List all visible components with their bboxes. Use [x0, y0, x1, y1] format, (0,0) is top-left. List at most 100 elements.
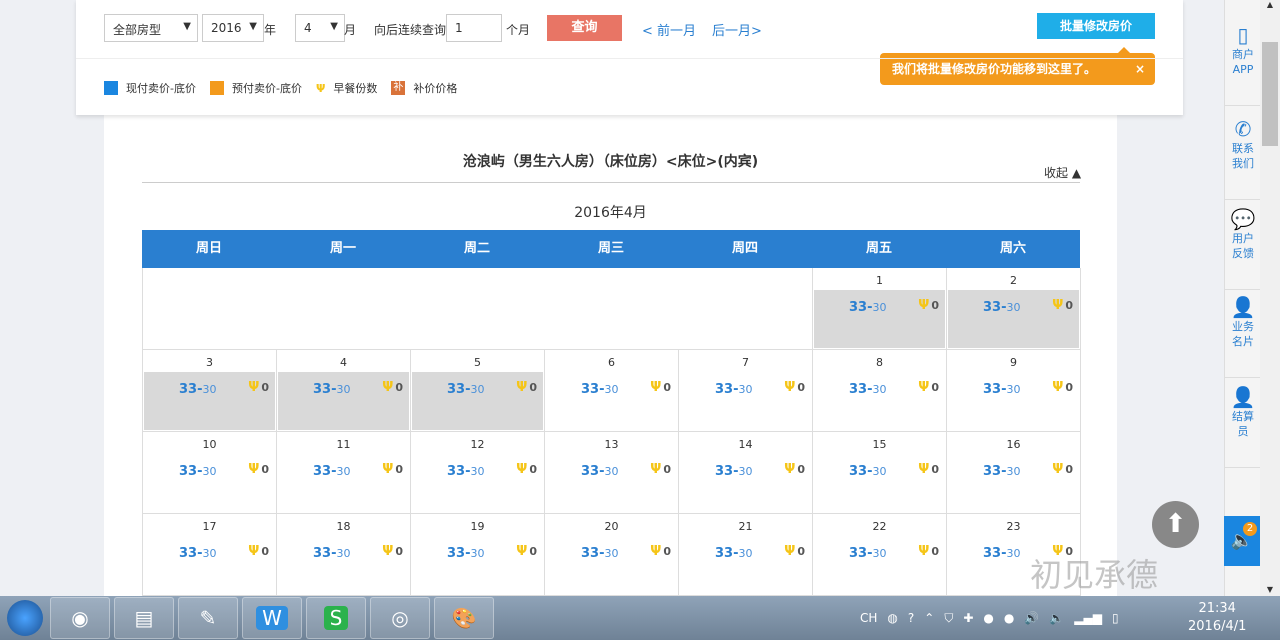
sidebar-item[interactable]: 👤 业务 名片	[1225, 297, 1261, 378]
wps-writer-taskbar-button[interactable]: W	[242, 597, 302, 639]
scrollbar[interactable]: ▲ ▼	[1260, 0, 1280, 596]
query-button[interactable]: 查询	[547, 15, 622, 41]
shield-icon[interactable]: ⛉	[944, 611, 953, 626]
calendar-day-cell[interactable]: 9 33-30 Ψ0	[947, 350, 1081, 432]
scroll-down-icon[interactable]: ▼	[1260, 585, 1280, 594]
notepad-taskbar-button[interactable]: ✎	[178, 597, 238, 639]
sidebar-label: 联系 我们	[1232, 142, 1254, 170]
clock[interactable]: 21:34 2016/4/1	[1188, 600, 1246, 636]
record-icon[interactable]: ●	[983, 611, 993, 625]
month-label: 月	[344, 23, 357, 37]
chrome-taskbar-button[interactable]: ◉	[50, 597, 110, 639]
breakfast: Ψ0	[918, 544, 939, 559]
sell-price: 33	[849, 546, 868, 561]
help-icon[interactable]: ?	[908, 611, 914, 625]
record-icon[interactable]: ●	[1004, 611, 1014, 625]
calendar-day-cell[interactable]: 8 33-30 Ψ0	[813, 350, 947, 432]
batch-edit-price-button[interactable]: 批量修改房价	[1037, 13, 1155, 39]
price: 33-30	[849, 300, 887, 315]
calendar-day-cell[interactable]: 3 33-30 Ψ0	[143, 350, 277, 432]
sell-price: 33	[715, 464, 734, 479]
calendar-day-cell[interactable]: 5 33-30 Ψ0	[411, 350, 545, 432]
calendar-day-cell[interactable]: 13 33-30 Ψ0	[545, 432, 679, 514]
next-month-link[interactable]: 后一月>	[712, 20, 762, 39]
breakfast: Ψ0	[1052, 298, 1073, 313]
base-price: 30	[470, 383, 485, 396]
scroll-up-icon[interactable]: ▲	[1260, 0, 1280, 9]
sell-price: 33	[849, 382, 868, 397]
day-number: 5	[474, 356, 481, 369]
room-type-select[interactable]: 全部房型 ▼	[104, 14, 198, 42]
calendar-day-cell[interactable]: 20 33-30 Ψ0	[545, 514, 679, 596]
paint-taskbar-button[interactable]: 🎨	[434, 597, 494, 639]
wps-sheet-taskbar-button[interactable]: S	[306, 597, 366, 639]
sidebar-item[interactable]: ✆ 联系 我们	[1225, 119, 1261, 200]
calendar-day-cell[interactable]: 4 33-30 Ψ0	[277, 350, 411, 432]
fork-knife-icon: Ψ	[516, 380, 528, 395]
weekday-header: 周四	[731, 241, 758, 256]
legend-item: 现付卖价-底价	[104, 80, 196, 96]
calendar-day-cell[interactable]: 17 33-30 Ψ0	[143, 514, 277, 596]
explorer-taskbar-button[interactable]: ▤	[114, 597, 174, 639]
day-number: 14	[738, 438, 753, 451]
calendar-day-cell[interactable]: 7 33-30 Ψ0	[679, 350, 813, 432]
base-price: 30	[738, 547, 753, 560]
day-body: 33-30 Ψ0	[814, 290, 945, 348]
calendar-day-cell[interactable]: 16 33-30 Ψ0	[947, 432, 1081, 514]
network-globe-icon[interactable]: ◍	[887, 611, 897, 625]
volume-icon[interactable]: 🔊	[1024, 611, 1039, 625]
sidebar-item[interactable]: 💬 用户 反馈	[1225, 209, 1261, 290]
weekday-header: 周五	[865, 241, 892, 256]
calendar-day-cell[interactable]: 14 33-30 Ψ0	[679, 432, 813, 514]
signal-icon[interactable]: ▂▄▆	[1074, 611, 1102, 625]
day-body: 33-30 Ψ0	[144, 536, 275, 594]
breakfast-count: 0	[931, 463, 939, 476]
calendar-day-cell[interactable]: 10 33-30 Ψ0	[143, 432, 277, 514]
breakfast: Ψ0	[516, 462, 537, 477]
battery-icon[interactable]: ▯	[1112, 611, 1119, 625]
tray-expand-icon[interactable]: ⌃	[924, 611, 934, 625]
prev-month-link[interactable]: < 前一月	[642, 20, 696, 39]
calendar-day-cell[interactable]: 15 33-30 Ψ0	[813, 432, 947, 514]
base-price: 30	[336, 383, 351, 396]
speaker-icon[interactable]: 🔈	[1049, 611, 1064, 625]
breakfast-count: 0	[529, 463, 537, 476]
months-count-input[interactable]: 1	[446, 14, 502, 42]
weekday-header: 周六	[999, 241, 1026, 256]
language-indicator[interactable]: CH	[860, 611, 877, 625]
day-body: 33-30 Ψ0	[680, 372, 811, 430]
month-select[interactable]: 4 ▼	[295, 14, 345, 42]
sell-price: 33	[983, 546, 1002, 561]
month-title: 2016年4月	[574, 205, 647, 221]
sidebar-item[interactable]: 👤 结算 员	[1225, 387, 1261, 468]
wps-sheet-icon: S	[323, 606, 349, 630]
app-taskbar-button[interactable]: ◎	[370, 597, 430, 639]
collapse-link[interactable]: 收起 ▲	[1044, 164, 1081, 181]
calendar-day-cell[interactable]: 1 33-30 Ψ0	[813, 268, 947, 350]
calendar-day-cell[interactable]: 18 33-30 Ψ0	[277, 514, 411, 596]
calendar-day-cell[interactable]: 22 33-30 Ψ0	[813, 514, 947, 596]
calendar-day-cell[interactable]: 21 33-30 Ψ0	[679, 514, 813, 596]
calendar-day-cell[interactable]: 12 33-30 Ψ0	[411, 432, 545, 514]
start-button[interactable]	[0, 596, 50, 640]
fork-knife-icon: Ψ	[784, 380, 796, 395]
notification-button[interactable]: 🔈 2	[1224, 516, 1260, 566]
fork-knife-icon: Ψ	[650, 462, 662, 477]
scrollbar-thumb[interactable]	[1262, 42, 1278, 146]
sidebar-item[interactable]: ▯ 商户 APP	[1225, 25, 1261, 106]
breakfast-count: 0	[395, 463, 403, 476]
day-number: 2	[1010, 274, 1017, 287]
day-number: 19	[470, 520, 485, 533]
calendar-day-cell[interactable]: 6 33-30 Ψ0	[545, 350, 679, 432]
price: 33-30	[447, 546, 485, 561]
calendar-day-cell[interactable]: 11 33-30 Ψ0	[277, 432, 411, 514]
sell-price: 33	[983, 382, 1002, 397]
price: 33-30	[313, 464, 351, 479]
back-to-top-button[interactable]: ⬆	[1152, 501, 1199, 548]
calendar-day-cell[interactable]: 2 33-30 Ψ0	[947, 268, 1081, 350]
year-select[interactable]: 2016 ▼	[202, 14, 264, 42]
divider	[76, 58, 1183, 59]
breakfast-count: 0	[261, 545, 269, 558]
calendar-day-cell[interactable]: 19 33-30 Ψ0	[411, 514, 545, 596]
security-icon[interactable]: ✚	[963, 611, 973, 625]
